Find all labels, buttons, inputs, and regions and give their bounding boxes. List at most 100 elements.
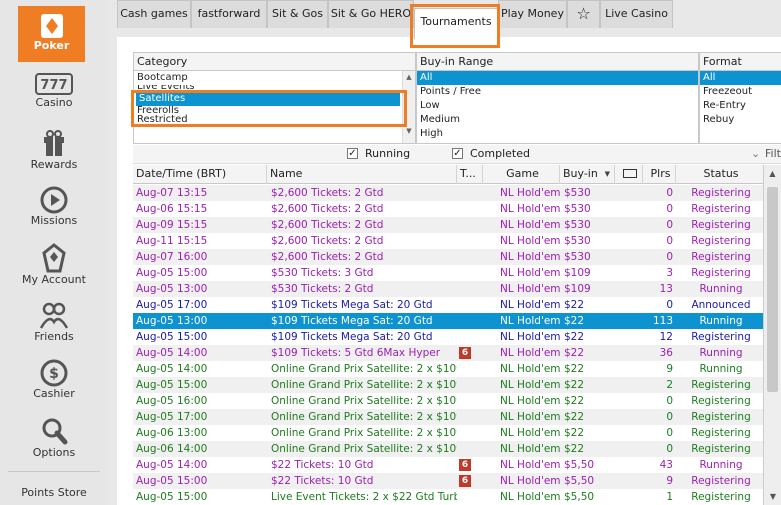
tab-tournaments[interactable]: Tournaments: [414, 8, 498, 39]
sidebar-item-missions[interactable]: Missions: [0, 186, 108, 227]
cell-name: $2,600 Tickets: 2 Gtd: [271, 251, 384, 263]
table-row[interactable]: Aug-05 13:00 $109 Tickets Mega Sat: 20 Gt…: [133, 313, 763, 329]
category-scrollbar[interactable]: ▲ ▼: [402, 71, 415, 143]
category-header: Category: [134, 53, 415, 71]
scroll-down-icon[interactable]: ▼: [403, 127, 415, 135]
table-scrollbar[interactable]: ▲ ▼: [763, 165, 781, 505]
table-row[interactable]: Aug-05 15:00 $530 Tickets: 3 Gtd NL Hold'e…: [133, 265, 763, 281]
table-row[interactable]: Aug-05 15:00 $22 Tickets: 10 Gtd NL Hold'e…: [133, 473, 763, 489]
cell-name: Online Grand Prix Satellite: 2 x $109...: [271, 443, 457, 455]
filter-toggle[interactable]: Filt: [765, 147, 781, 160]
sidebar-item-casino[interactable]: 777 Casino: [0, 72, 108, 109]
completed-checkbox[interactable]: ✓: [452, 148, 463, 159]
table-row[interactable]: Aug-06 15:15 $2,600 Tickets: 2 Gtd NL Hold…: [133, 201, 763, 217]
cell-status: Registering: [691, 443, 751, 455]
tab-live-casino[interactable]: Live Casino: [600, 0, 673, 28]
play-circle-icon: [40, 186, 68, 214]
scroll-thumb[interactable]: [767, 187, 778, 392]
cell-name: $109 Tickets Mega Sat: 20 Gtd: [271, 331, 433, 343]
table-row[interactable]: Aug-05 15:00 Online Grand Prix Satellite:…: [133, 377, 763, 393]
sidebar-item-rewards[interactable]: Rewards: [0, 128, 108, 171]
scroll-up-icon[interactable]: ▲: [403, 73, 415, 81]
table-row[interactable]: Aug-05 13:00 $530 Tickets: 2 Gtd NL Hold'e…: [133, 281, 763, 297]
table-row[interactable]: Aug-05 17:00 $109 Tickets Mega Sat: 20 Gt…: [133, 297, 763, 313]
scroll-down-icon[interactable]: ▼: [764, 492, 781, 501]
col-buyin[interactable]: Buy-in ▼: [560, 165, 615, 184]
cell-buyin: $22: [564, 427, 585, 439]
tab-fastforward[interactable]: fastforward: [191, 0, 267, 28]
tab-label: Tournaments: [420, 15, 492, 28]
category-item-live-events[interactable]: Live Events: [134, 85, 415, 92]
category-item-satellites[interactable]: Satellites: [136, 92, 400, 106]
cell-game: NL Hold'em: [500, 475, 561, 487]
cell-name: Online Grand Prix Satellite: 2 x $109...: [271, 395, 457, 407]
cell-date: Aug-06 14:00: [136, 443, 208, 455]
cell-game: NL Hold'em: [500, 331, 561, 343]
buyin-item-medium[interactable]: Medium: [417, 113, 698, 127]
table-row[interactable]: Aug-05 15:00 Live Event Tickets: 2 x $22 …: [133, 489, 763, 505]
buyin-item-points-free[interactable]: Points / Free: [417, 85, 698, 99]
chevron-down-icon[interactable]: ⌄: [751, 147, 760, 160]
sidebar-item-points-store[interactable]: Points Store: [0, 486, 108, 499]
tab-sit-and-go-hero[interactable]: Sit & Go HERO: [328, 0, 414, 28]
cell-date: Aug-05 17:00: [136, 299, 208, 311]
running-checkbox[interactable]: ✓: [347, 148, 358, 159]
table-row[interactable]: Aug-05 15:00 $109 Tickets Mega Sat: 20 Gt…: [133, 329, 763, 345]
account-icon: [42, 243, 66, 273]
cell-buyin: $530: [564, 251, 591, 263]
table-row[interactable]: Aug-11 15:15 $2,600 Tickets: 2 Gtd NL Hold…: [133, 233, 763, 249]
cell-status: Registering: [691, 395, 751, 407]
cell-game: NL Hold'em: [500, 379, 561, 391]
sidebar-item-cashier[interactable]: $ Cashier: [0, 359, 108, 400]
format-item-all[interactable]: All: [700, 71, 781, 85]
col-game[interactable]: Game: [483, 165, 560, 184]
tab-sit-and-gos[interactable]: Sit & Gos: [267, 0, 328, 28]
col-status[interactable]: Status: [676, 165, 763, 184]
scroll-up-icon[interactable]: ▲: [764, 169, 781, 178]
sidebar-item-my-account[interactable]: My Account: [0, 243, 108, 286]
table-row[interactable]: Aug-06 14:00 Online Grand Prix Satellite:…: [133, 441, 763, 457]
star-icon: ☆: [576, 4, 591, 23]
sidebar-item-poker[interactable]: Poker: [18, 6, 85, 62]
table-row[interactable]: Aug-07 16:00 $2,600 Tickets: 2 Gtd NL Hold…: [133, 249, 763, 265]
table-row[interactable]: Aug-05 14:00 $109 Tickets: 5 Gtd 6Max Hyp…: [133, 345, 763, 361]
cell-plrs: 0: [666, 235, 673, 247]
cell-game: NL Hold'em: [500, 459, 561, 471]
format-item-rebuy[interactable]: Rebuy: [700, 113, 781, 127]
buyin-item-high[interactable]: High: [417, 127, 698, 141]
buyin-item-low[interactable]: Low: [417, 99, 698, 113]
sidebar-item-options[interactable]: Options: [0, 416, 108, 459]
tab-cash-games[interactable]: Cash games: [117, 0, 191, 28]
table-row[interactable]: Aug-05 14:00 Online Grand Prix Satellite:…: [133, 361, 763, 377]
col-players[interactable]: Plrs: [643, 165, 676, 184]
status-filter-row: ✓ Running ✓ Completed ⌄ Filt: [133, 145, 781, 164]
tab-favorites[interactable]: ☆: [567, 0, 600, 28]
cell-plrs: 0: [666, 251, 673, 263]
table-row[interactable]: Aug-05 14:00 $22 Tickets: 10 Gtd NL Hold'e…: [133, 457, 763, 473]
cell-date: Aug-11 15:15: [136, 235, 208, 247]
svg-text:777: 777: [40, 78, 67, 93]
category-item-bootcamp[interactable]: Bootcamp: [134, 71, 415, 85]
col-type[interactable]: T...: [457, 165, 483, 184]
cell-plrs: 0: [666, 219, 673, 231]
format-item-re-entry[interactable]: Re-Entry: [700, 99, 781, 113]
cell-buyin: $109: [564, 267, 591, 279]
table-row[interactable]: Aug-07 13:15 $2,600 Tickets: 2 Gtd NL Hold…: [133, 185, 763, 201]
table-row[interactable]: Aug-05 17:00 Online Grand Prix Satellite:…: [133, 409, 763, 425]
table-row[interactable]: Aug-05 16:00 Online Grand Prix Satellite:…: [133, 393, 763, 409]
table-row[interactable]: Aug-06 13:00 Online Grand Prix Satellite:…: [133, 425, 763, 441]
category-item-freerolls[interactable]: Freerolls: [134, 106, 415, 113]
tab-play-money[interactable]: Play Money: [498, 0, 567, 28]
buyin-item-all[interactable]: All: [417, 71, 698, 85]
format-item-freezeout[interactable]: Freezeout: [700, 85, 781, 99]
cell-game: NL Hold'em: [500, 443, 561, 455]
sidebar-item-friends[interactable]: Friends: [0, 300, 108, 343]
col-name[interactable]: Name: [267, 165, 457, 184]
table-row[interactable]: Aug-09 15:15 $2,600 Tickets: 2 Gtd NL Hold…: [133, 217, 763, 233]
sidebar-item-label: Casino: [35, 96, 73, 109]
cell-status: Registering: [691, 379, 751, 391]
col-date[interactable]: Date/Time (BRT): [133, 165, 267, 184]
col-ticket[interactable]: [615, 165, 643, 184]
cell-status: Registering: [691, 235, 751, 247]
category-item-restricted[interactable]: Restricted: [134, 113, 415, 127]
